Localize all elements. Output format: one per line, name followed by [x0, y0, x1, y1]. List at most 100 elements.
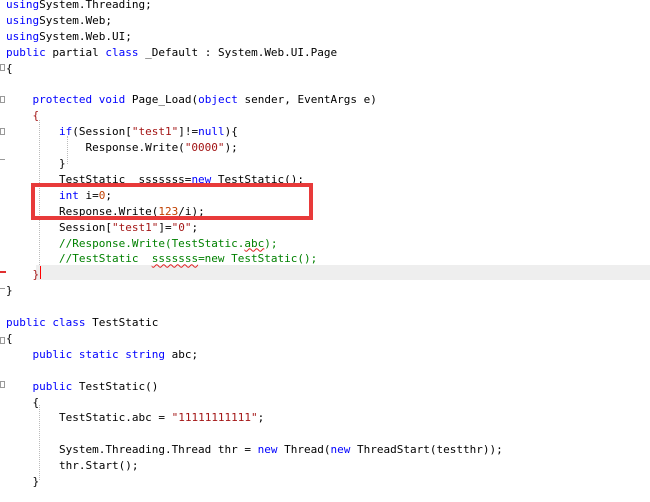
code-token: thr.Start();: [6, 459, 139, 473]
code-token: Session[: [6, 220, 112, 234]
code-token: {: [6, 395, 40, 409]
code-line[interactable]: usingSystem.Web;: [0, 13, 650, 28]
code-token: string: [125, 347, 165, 361]
code-token: abc: [244, 236, 265, 250]
code-token: _Default : System.Web.UI.Page: [138, 45, 338, 59]
code-token: ThreadStart(testthr));: [350, 443, 503, 457]
code-token: ]=: [158, 220, 172, 234]
code-line[interactable]: {: [0, 331, 650, 346]
code-text: if(Session["test1"]!=null){: [6, 124, 238, 139]
code-token: TestStatic: [85, 316, 159, 329]
code-token: =new TestStatic();: [198, 252, 318, 266]
code-token: //TestStatic: [6, 252, 152, 266]
code-token: void: [98, 93, 126, 107]
code-token: public: [6, 45, 46, 59]
code-line[interactable]: if(Session["test1"]!=null){: [0, 124, 650, 139]
code-token: TestStatic(): [72, 379, 159, 393]
code-line[interactable]: }: [0, 156, 650, 171]
code-token: if: [58, 125, 73, 139]
code-editor[interactable]: usingSystem.Threading; usingSystem.Web; us…: [0, 0, 650, 502]
code-token: using: [6, 29, 40, 43]
code-line[interactable]: [0, 363, 650, 378]
code-token: using: [6, 13, 40, 27]
code-line[interactable]: }: [0, 283, 650, 298]
code-token: System.Threading;: [39, 0, 152, 11]
code-text: //TestStatic sssssss=new TestStatic();: [6, 251, 317, 266]
code-token: );: [224, 141, 238, 155]
code-line[interactable]: {: [0, 61, 650, 76]
code-line[interactable]: }: [0, 267, 650, 282]
code-text: public TestStatic(): [6, 379, 159, 394]
code-line[interactable]: {: [0, 395, 650, 410]
code-line[interactable]: //Response.Write(TestStatic.abc);: [0, 236, 650, 251]
code-line[interactable]: Response.Write("0000");: [0, 140, 650, 155]
code-text: }: [6, 283, 13, 298]
code-line[interactable]: public static string abc;: [0, 347, 650, 362]
code-text: System.Threading.Thread thr = new Thread…: [6, 442, 503, 457]
code-line[interactable]: public partial class _Default : System.W…: [0, 45, 650, 60]
code-text: //Response.Write(TestStatic.abc);: [6, 236, 278, 251]
code-token: (Session[: [72, 125, 132, 139]
code-line[interactable]: }: [0, 474, 650, 489]
code-line[interactable]: //TestStatic sssssss=new TestStatic();: [0, 251, 650, 266]
code-token: class: [105, 45, 139, 59]
code-token: "0000": [184, 141, 225, 155]
code-line[interactable]: TestStatic.abc = "11111111111";: [0, 410, 650, 425]
code-text: }: [6, 267, 40, 282]
code-text: TestStatic.abc = "11111111111";: [6, 410, 264, 425]
code-token: new: [330, 443, 351, 457]
code-token: System.Web.UI;: [39, 29, 132, 43]
code-token: Page_Load(: [125, 93, 199, 107]
code-token: }: [6, 157, 66, 170]
code-text: public static string abc;: [6, 347, 199, 362]
code-token: partial: [45, 45, 106, 59]
code-token: "11111111111": [171, 411, 258, 425]
code-line[interactable]: public class TestStatic: [0, 315, 650, 330]
code-text: protected void Page_Load(object sender, …: [6, 92, 377, 107]
code-token: TestStatic.abc =: [6, 411, 172, 425]
code-token: ;: [191, 220, 199, 234]
code-token: }: [6, 475, 40, 488]
code-text: usingSystem.Threading;: [6, 0, 152, 12]
code-token: System.Threading.Thread thr =: [6, 443, 258, 457]
code-token: using: [6, 0, 40, 11]
code-text: Response.Write("0000");: [6, 140, 238, 155]
code-token: );: [264, 236, 278, 250]
code-token: public: [32, 347, 73, 361]
code-token: abc;: [165, 347, 199, 361]
code-token: {: [6, 331, 13, 345]
code-text: thr.Start();: [6, 458, 138, 473]
code-token: }: [6, 284, 13, 298]
code-token: "test1": [131, 125, 179, 139]
code-line[interactable]: usingSystem.Web.UI;: [0, 29, 650, 44]
code-token: Response.Write(: [6, 141, 185, 155]
code-text: {: [6, 395, 39, 410]
code-line[interactable]: {: [0, 108, 650, 123]
code-line[interactable]: System.Threading.Thread thr = new Thread…: [0, 442, 650, 457]
code-line[interactable]: public TestStatic(): [0, 379, 650, 394]
code-line[interactable]: [0, 299, 650, 314]
code-token: ){: [224, 125, 238, 139]
code-token: System.Web;: [39, 13, 112, 27]
code-token: {: [6, 61, 13, 75]
annotation-red-box: [31, 183, 313, 220]
code-token: //Response.Write(TestStatic.: [6, 236, 245, 250]
code-token: public: [6, 316, 46, 329]
code-line[interactable]: usingSystem.Threading;: [0, 0, 650, 12]
code-line[interactable]: [0, 426, 650, 441]
code-token: {: [32, 109, 40, 123]
code-text: {: [6, 108, 40, 123]
code-line[interactable]: thr.Start();: [0, 458, 650, 473]
code-text: }: [6, 156, 66, 171]
code-line[interactable]: Session["test1"]="0";: [0, 220, 650, 235]
code-line[interactable]: protected void Page_Load(object sender, …: [0, 92, 650, 107]
code-token: ;: [257, 411, 265, 425]
code-token: "0": [171, 220, 192, 234]
code-line[interactable]: [0, 77, 650, 92]
